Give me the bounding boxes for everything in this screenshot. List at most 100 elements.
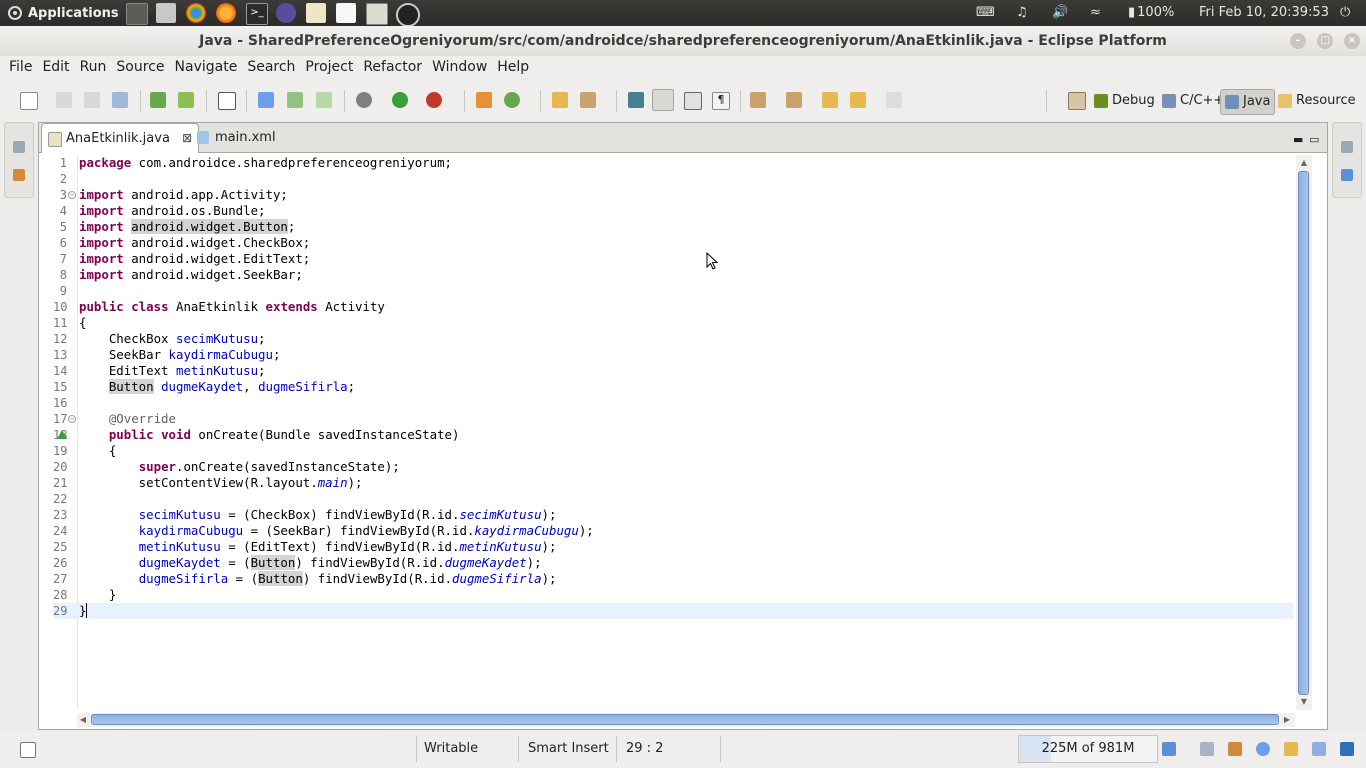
new-java-class-icon[interactable] [504,92,520,108]
restore-icon[interactable] [1200,742,1214,756]
code-line[interactable]: 7 import android.widget.EditText; [53,251,1293,267]
open-type-icon[interactable] [552,92,568,108]
session-menu-icon[interactable]: ⏻ [1340,0,1350,26]
menu-window[interactable]: Window [427,59,492,75]
search-icon[interactable] [580,92,596,108]
restore-icon[interactable] [1341,141,1353,153]
code-line[interactable]: 6 import android.widget.CheckBox; [53,235,1293,251]
code-line[interactable]: 20 super.onCreate(savedInstanceState); [53,459,1293,475]
code-line[interactable]: 23 secimKutusu = (CheckBox) findViewById… [53,507,1293,523]
highlight-toggle-icon[interactable] [652,89,674,111]
toggle-block-selection-icon[interactable] [684,92,702,110]
wifi-icon[interactable]: ≈ [1090,0,1101,26]
code-line[interactable]: 26 dugmeKaydet = (Button) findViewById(R… [53,555,1293,571]
tasks-icon[interactable] [1312,742,1326,756]
perspective-debug[interactable]: Debug [1090,89,1159,113]
clock[interactable]: Fri Feb 10, 20:39:53 [1199,0,1329,26]
package-explorer-icon[interactable] [13,169,25,181]
applications-menu[interactable]: Applications [8,0,119,26]
fold-toggle-icon[interactable]: − [68,415,76,423]
scroll-left-icon[interactable]: ◀ [77,713,89,727]
code-editor[interactable]: 1 package com.androidce.sharedpreferenceo… [53,155,1293,709]
code-line[interactable]: 1 package com.androidce.sharedpreferenceo… [53,155,1293,171]
code-line[interactable]: 9 [53,283,1293,299]
fast-view-icon[interactable] [20,742,36,758]
previous-annotation-icon[interactable] [786,92,802,108]
android-avd-manager-icon[interactable] [178,92,194,108]
menu-file[interactable]: File [4,59,37,75]
terminal-launcher-icon[interactable]: >_ [246,3,268,25]
menu-source[interactable]: Source [111,59,169,75]
text-editor-launcher-icon[interactable] [306,3,326,23]
menu-navigate[interactable]: Navigate [170,59,243,75]
javadoc-icon[interactable] [1256,742,1270,756]
lint-check-icon[interactable] [218,92,236,110]
menu-help[interactable]: Help [492,59,534,75]
sound-menu-icon[interactable]: ♫ [1016,0,1028,26]
media-launcher-icon[interactable] [396,3,420,27]
battery-indicator[interactable]: ▮ 100% [1128,0,1174,26]
external-tools-icon[interactable] [426,92,442,108]
outline-icon[interactable] [1341,169,1353,181]
open-perspective-icon[interactable] [1068,92,1086,110]
minimize-icon[interactable]: – [1290,33,1306,49]
code-line[interactable]: 14 EditText metinKutusu; [53,363,1293,379]
new-android-xml-icon[interactable] [316,92,332,108]
vertical-scrollbar[interactable]: ▲ ▼ [1296,155,1312,710]
show-whitespace-icon[interactable]: ¶ [712,92,730,110]
back-icon[interactable] [850,92,866,108]
perspective-resource[interactable]: Resource [1274,89,1360,113]
code-line[interactable]: 12 CheckBox secimKutusu; [53,331,1293,347]
scroll-right-icon[interactable]: ▶ [1281,713,1293,727]
code-line[interactable]: 21 setContentView(R.layout.main); [53,475,1293,491]
code-line[interactable]: 3− import android.app.Activity; [53,187,1293,203]
code-line[interactable]: 19 { [53,443,1293,459]
close-icon[interactable]: × [1344,33,1360,49]
maximize-view-icon[interactable]: ▭ [1309,133,1319,146]
tab-main-xml[interactable]: main.xml [191,123,282,152]
perspective-java[interactable]: Java [1220,89,1276,115]
code-line[interactable]: 10 public class AnaEtkinlik extends Activ… [53,299,1293,315]
code-line[interactable]: 5 import android.widget.Button; [53,219,1293,235]
menu-search[interactable]: Search [242,59,300,75]
debug-icon[interactable] [356,92,372,108]
keyboard-indicator-icon[interactable]: ⌨ [976,0,995,26]
code-line[interactable]: 29} [53,603,1293,619]
minimize-view-icon[interactable]: ▬ [1293,133,1303,146]
perspective-cpp[interactable]: C/C++ [1158,89,1228,113]
code-line[interactable]: 18 public void onCreate(Bundle savedInst… [53,427,1293,443]
code-line[interactable]: 27 dugmeSifirla = (Button) findViewById(… [53,571,1293,587]
calculator-launcher-icon[interactable] [366,3,388,25]
scroll-thumb[interactable] [91,714,1279,725]
toggle-mark-occurrences-icon[interactable] [628,92,644,108]
last-edit-location-icon[interactable] [822,92,838,108]
fold-toggle-icon[interactable]: − [68,191,76,199]
garbage-collect-icon[interactable] [1162,742,1176,756]
heap-status[interactable]: 225M of 981M [1018,735,1158,763]
code-line[interactable]: 11 { [53,315,1293,331]
new-android-test-project-icon[interactable] [287,92,303,108]
next-annotation-icon[interactable] [750,92,766,108]
overview-ruler[interactable] [1314,155,1326,710]
code-line[interactable]: 13 SeekBar kaydirmaCubugu; [53,347,1293,363]
code-line[interactable]: 2 [53,171,1293,187]
code-line[interactable]: 25 metinKutusu = (EditText) findViewById… [53,539,1293,555]
menu-project[interactable]: Project [300,59,358,75]
menu-run[interactable]: Run [75,59,112,75]
tab-anaetkinlik-java[interactable]: AnaEtkinlik.java ⊠ [41,123,200,153]
code-line[interactable]: 28 } [53,587,1293,603]
new-java-package-icon[interactable] [476,92,492,108]
volume-icon[interactable]: 🔊 [1052,0,1068,26]
package-explorer-icon[interactable] [1228,742,1242,756]
menu-refactor[interactable]: Refactor [358,59,427,75]
scroll-up-icon[interactable]: ▲ [1298,157,1310,169]
maximize-icon[interactable]: □ [1317,33,1333,49]
code-line[interactable]: 16 [53,395,1293,411]
run-icon[interactable] [392,92,408,108]
chrome-launcher-icon[interactable] [186,3,206,23]
menu-edit[interactable]: Edit [37,59,74,75]
code-line[interactable]: 15 Button dugmeKaydet, dugmeSifirla; [53,379,1293,395]
code-line[interactable]: 22 [53,491,1293,507]
code-line[interactable]: 24 kaydirmaCubugu = (SeekBar) findViewBy… [53,523,1293,539]
code-line[interactable]: 17− @Override [53,411,1293,427]
